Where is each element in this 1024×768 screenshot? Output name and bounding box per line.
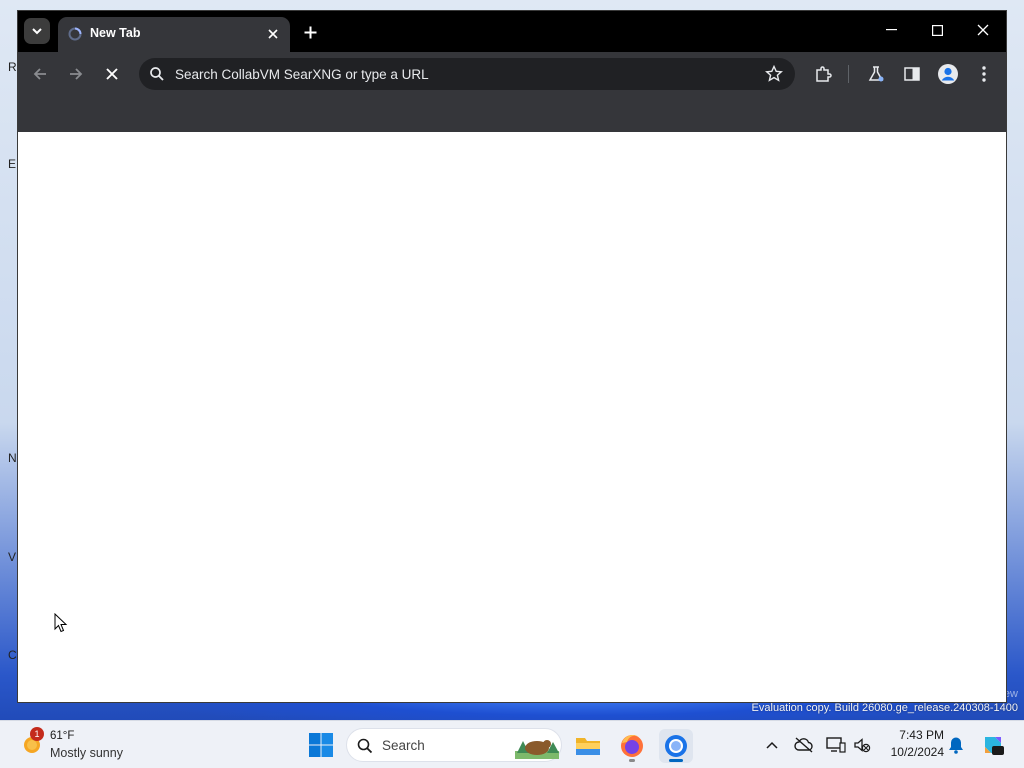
labs-button[interactable]	[865, 63, 887, 85]
back-button[interactable]	[28, 62, 52, 86]
browser-titlebar: New Tab	[18, 11, 1006, 52]
folder-icon	[576, 738, 600, 755]
plus-icon	[304, 26, 316, 38]
search-icon	[150, 67, 164, 81]
notification-badge: 1	[30, 727, 44, 741]
clock-time: 7:43 PM	[899, 728, 944, 742]
network-icon	[826, 737, 846, 753]
stop-loading-button[interactable]	[100, 62, 124, 86]
windows-start-icon[interactable]	[307, 731, 335, 759]
browser-window: New Tab	[18, 11, 1006, 702]
chrome-app[interactable]	[659, 729, 693, 763]
side-panel-button[interactable]	[901, 63, 923, 85]
bookmark-star-icon[interactable]	[765, 65, 783, 83]
address-input[interactable]	[175, 58, 735, 90]
cloud-offline-icon	[794, 737, 813, 753]
desktop-icon-label: N	[8, 451, 17, 465]
system-clock[interactable]: 7:43 PM 10/2/2024	[878, 728, 944, 759]
profile-button[interactable]	[937, 63, 959, 85]
taskbar-search[interactable]: Search	[346, 728, 562, 762]
onedrive-tray-button[interactable]	[794, 735, 814, 755]
flask-icon	[868, 66, 884, 82]
taskbar: 1 61°F Mostly sunny Search 7:43 PM 10/2/…	[0, 720, 1024, 768]
taskbar-search-label: Search	[382, 738, 425, 753]
forward-button[interactable]	[64, 62, 88, 86]
page-content[interactable]	[18, 132, 1006, 702]
tab-close-button[interactable]	[264, 25, 282, 43]
weather-widget[interactable]: 1 61°F Mostly sunny	[18, 727, 148, 763]
firefox-app[interactable]	[615, 729, 649, 763]
close-icon	[106, 68, 118, 80]
chevron-down-icon	[32, 28, 42, 35]
notifications-button[interactable]	[946, 735, 966, 755]
weather-description: Mostly sunny	[50, 746, 123, 760]
minimize-button[interactable]	[868, 11, 914, 49]
close-icon	[977, 24, 989, 36]
weather-temperature: 61°F	[50, 730, 75, 742]
extensions-button[interactable]	[812, 63, 834, 85]
arrow-right-icon	[70, 68, 83, 80]
chrome-icon	[665, 735, 687, 757]
evaluation-watermark: Evaluation copy. Build 26080.ge_release.…	[751, 702, 1018, 714]
bell-icon	[949, 737, 963, 754]
browser-toolbar	[18, 52, 1006, 96]
minimize-icon	[885, 29, 897, 31]
desktop-icon-label: C	[8, 648, 17, 662]
volume-tray-button[interactable]	[852, 735, 872, 755]
mouse-cursor-icon	[54, 613, 68, 633]
tab-new-tab[interactable]: New Tab	[58, 17, 290, 52]
network-tray-button[interactable]	[826, 735, 846, 755]
loading-favicon-icon	[68, 27, 82, 41]
side-panel-icon	[904, 67, 920, 81]
chevron-up-icon	[766, 741, 778, 749]
close-icon	[268, 29, 278, 39]
tab-title: New Tab	[90, 26, 141, 40]
desktop-icon-label: V	[8, 550, 17, 564]
toolbar-divider	[848, 65, 849, 83]
maximize-button[interactable]	[914, 11, 960, 49]
running-indicator	[669, 759, 683, 762]
speaker-muted-icon	[854, 738, 871, 753]
copilot-icon	[985, 737, 1004, 755]
close-window-button[interactable]	[960, 11, 1006, 49]
tab-search-button[interactable]	[24, 18, 50, 44]
menu-button[interactable]	[973, 63, 995, 85]
tray-overflow-button[interactable]	[762, 735, 782, 755]
puzzle-icon	[816, 66, 832, 82]
file-explorer-app[interactable]	[571, 729, 605, 763]
desktop-icon-label: R	[8, 60, 17, 74]
search-icon	[357, 738, 373, 754]
new-tab-button[interactable]	[299, 21, 321, 43]
arrow-left-icon	[33, 68, 46, 80]
running-indicator	[629, 759, 635, 762]
avatar-icon	[938, 64, 958, 84]
bear-highlight-icon	[515, 740, 559, 759]
more-vert-icon	[982, 66, 986, 82]
desktop-icon-label: E	[8, 157, 17, 171]
maximize-icon	[931, 24, 943, 36]
copilot-button[interactable]	[980, 732, 1006, 758]
clock-date: 10/2/2024	[890, 745, 944, 759]
desktop-icons[interactable]: R E N V C	[0, 40, 18, 680]
omnibox[interactable]	[139, 58, 795, 90]
bookmarks-bar	[18, 96, 1006, 132]
firefox-icon	[621, 734, 643, 757]
